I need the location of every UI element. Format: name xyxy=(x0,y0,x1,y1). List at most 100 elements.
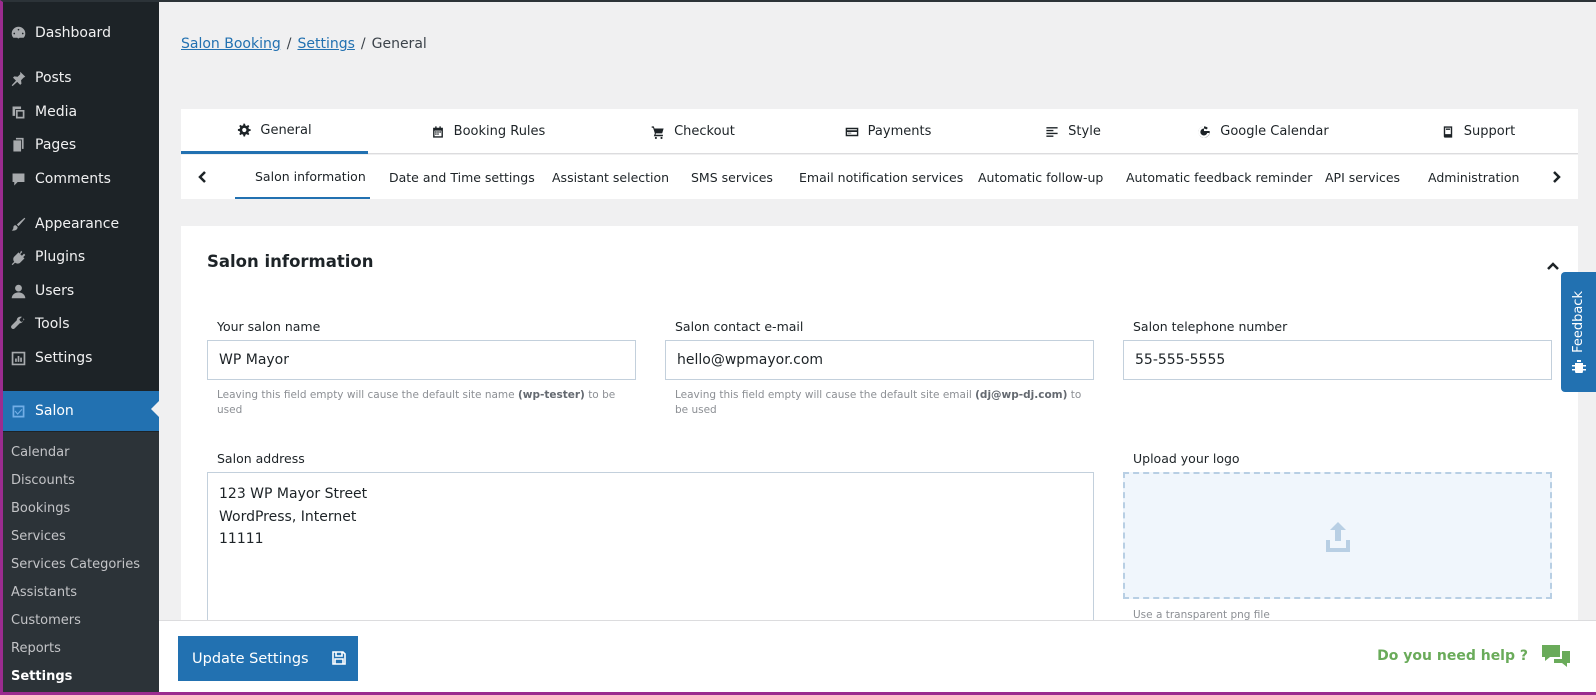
menu-item-dashboard[interactable]: Dashboard xyxy=(0,16,159,50)
salon-email-input[interactable] xyxy=(665,340,1094,380)
menu-item-tools[interactable]: Tools xyxy=(0,307,159,341)
tab-label: General xyxy=(260,122,312,138)
settings-icon xyxy=(8,348,28,368)
submenu-item-calendar[interactable]: Calendar xyxy=(11,445,69,460)
logo-upload-label: Upload your logo xyxy=(1133,451,1240,466)
settings-sub-tabs: Salon information Date and Time settings… xyxy=(181,155,1578,199)
menu-label: Dashboard xyxy=(35,25,111,41)
tab-label: Booking Rules xyxy=(453,124,546,139)
menu-label: Users xyxy=(35,283,75,299)
brush-icon xyxy=(8,214,28,234)
menu-item-appearance[interactable]: Appearance xyxy=(0,207,159,241)
scroll-right-button[interactable] xyxy=(1534,155,1578,199)
logo-upload-dropzone[interactable] xyxy=(1123,472,1552,599)
salon-phone-label: Salon telephone number xyxy=(1133,319,1288,334)
chat-icon xyxy=(1542,645,1570,667)
subtab-email-notification-services[interactable]: Email notification services xyxy=(799,155,963,199)
salon-email-hint: Leaving this field empty will cause the … xyxy=(675,388,1085,418)
tab-booking-rules[interactable]: Booking Rules xyxy=(368,109,608,154)
scroll-left-button[interactable] xyxy=(181,155,225,199)
dashboard-icon xyxy=(8,23,28,43)
breadcrumb-link-salon-booking[interactable]: Salon Booking xyxy=(181,36,281,52)
submenu-item-reports[interactable]: Reports xyxy=(11,641,61,656)
breadcrumb-link-settings[interactable]: Settings xyxy=(297,36,354,52)
menu-item-comments[interactable]: Comments xyxy=(0,162,159,196)
salon-email-label: Salon contact e-mail xyxy=(675,319,804,334)
breadcrumb-separator: / xyxy=(360,36,366,52)
subtab-automatic-follow-up[interactable]: Automatic follow-up xyxy=(978,155,1103,199)
help-link[interactable]: Do you need help ? xyxy=(1377,643,1572,669)
menu-label: Tools xyxy=(35,316,70,332)
submenu-item-services[interactable]: Services xyxy=(11,529,66,544)
subtab-sms-services[interactable]: SMS services xyxy=(691,155,773,199)
menu-item-posts[interactable]: Posts xyxy=(0,61,159,95)
book-icon xyxy=(1443,125,1452,138)
hint-text: Leaving this field empty will cause the … xyxy=(217,389,515,401)
google-icon xyxy=(1198,125,1211,138)
subtab-api-services[interactable]: API services xyxy=(1325,155,1400,199)
salon-name-hint: Leaving this field empty will cause the … xyxy=(217,388,627,418)
cart-icon xyxy=(651,125,664,139)
bug-icon xyxy=(1571,359,1586,373)
menu-item-plugins[interactable]: Plugins xyxy=(0,240,159,274)
salon-icon xyxy=(8,401,28,421)
help-label: Do you need help ? xyxy=(1377,648,1528,664)
tab-style[interactable]: Style xyxy=(998,109,1148,154)
tab-label: Style xyxy=(1068,124,1101,139)
tab-support[interactable]: Support xyxy=(1378,109,1578,154)
salon-phone-input[interactable] xyxy=(1123,340,1552,380)
tab-label: Google Calendar xyxy=(1220,124,1329,139)
tab-label: Checkout xyxy=(674,124,735,139)
menu-item-pages[interactable]: Pages xyxy=(0,128,159,162)
tab-label: Payments xyxy=(867,124,932,139)
menu-label: Media xyxy=(35,104,78,120)
submenu-item-discounts[interactable]: Discounts xyxy=(11,473,75,488)
menu-item-media[interactable]: Media xyxy=(0,95,159,129)
sub-tabs-scroller: Salon information Date and Time settings… xyxy=(235,155,1537,199)
menu-label: Pages xyxy=(35,137,77,153)
user-icon xyxy=(8,281,28,301)
chevron-up-icon xyxy=(1547,262,1559,270)
menu-label: Posts xyxy=(35,70,72,86)
menu-item-salon[interactable]: Salon xyxy=(0,391,159,431)
tab-general[interactable]: General xyxy=(181,109,368,154)
update-settings-label: Update Settings xyxy=(192,650,309,667)
salon-name-input[interactable] xyxy=(207,340,636,380)
tab-payments[interactable]: Payments xyxy=(778,109,998,154)
subtab-assistant-selection[interactable]: Assistant selection xyxy=(552,155,669,199)
main-content: Salon Booking / Settings / General General B… xyxy=(159,2,1596,692)
feedback-tab[interactable]: Feedback xyxy=(1561,272,1596,392)
menu-item-settings[interactable]: Settings xyxy=(0,341,159,375)
submenu-item-customers[interactable]: Customers xyxy=(11,613,81,628)
submenu-item-assistants[interactable]: Assistants xyxy=(11,585,77,600)
submenu-item-bookings[interactable]: Bookings xyxy=(11,501,70,516)
subtab-salon-information[interactable]: Salon information xyxy=(235,155,370,199)
menu-item-users[interactable]: Users xyxy=(0,274,159,308)
subtab-date-and-time-settings[interactable]: Date and Time settings xyxy=(389,155,535,199)
breadcrumb-current: General xyxy=(371,36,427,52)
subtab-automatic-feedback-reminder[interactable]: Automatic feedback reminder xyxy=(1126,155,1312,199)
submenu-item-services-categories[interactable]: Services Categories xyxy=(11,557,140,572)
menu-label: Plugins xyxy=(35,249,86,265)
upload-icon xyxy=(1325,521,1350,552)
salon-address-label: Salon address xyxy=(217,451,305,466)
gear-icon xyxy=(238,123,252,137)
breadcrumb: Salon Booking / Settings / General xyxy=(181,36,427,52)
tab-checkout[interactable]: Checkout xyxy=(608,109,778,154)
salon-name-label: Your salon name xyxy=(217,319,321,334)
submenu-item-settings[interactable]: Settings xyxy=(11,669,72,684)
hint-default-value: (wp-tester) xyxy=(517,389,585,401)
wrench-icon xyxy=(8,314,28,334)
credit-card-icon xyxy=(845,127,858,136)
settings-footer: Update Settings Do you need help ? xyxy=(159,620,1596,692)
settings-main-tabs: General Booking Rules Checkout Payments … xyxy=(181,109,1578,154)
chevron-left-icon xyxy=(198,171,206,183)
update-settings-button[interactable]: Update Settings xyxy=(178,636,358,681)
pin-icon xyxy=(8,68,28,88)
tab-google-calendar[interactable]: Google Calendar xyxy=(1148,109,1378,154)
pages-icon xyxy=(8,135,28,155)
subtab-administration[interactable]: Administration xyxy=(1428,155,1519,199)
chevron-right-icon xyxy=(1553,171,1561,183)
collapse-button[interactable] xyxy=(1546,256,1560,275)
hint-default-value: (dj@wp-dj.com) xyxy=(975,389,1068,401)
